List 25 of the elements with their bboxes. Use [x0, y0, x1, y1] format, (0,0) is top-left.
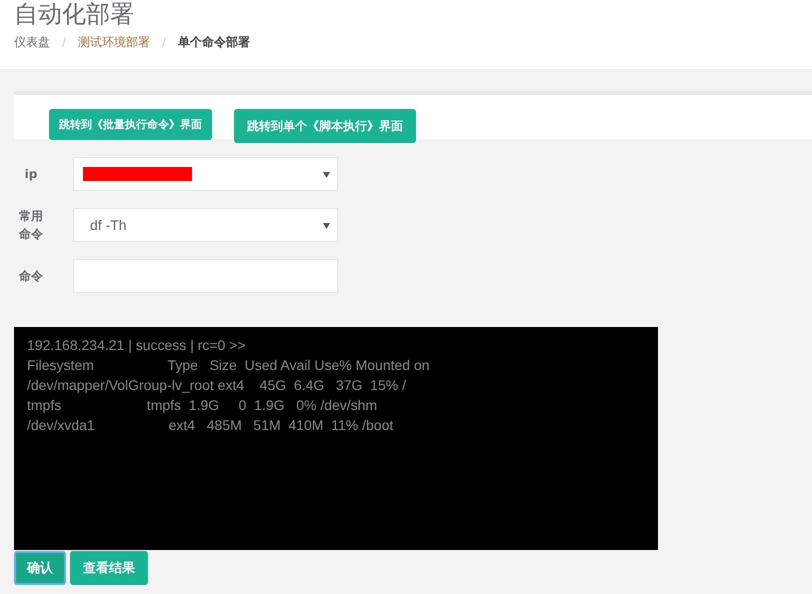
output-line: /dev/xvda1 ext4 485M 51M 410M 11% /boot — [27, 416, 394, 435]
select-value: df -Th — [90, 217, 127, 233]
nav-button[interactable]: 跳转到《批量执行命令》界面 — [49, 109, 212, 140]
caret-icon — [323, 223, 330, 229]
output-line: Filesystem Type Size Used Avail Use% Mounted on — [27, 356, 431, 375]
breadcrumb-separator: / — [162, 34, 166, 50]
field-label: 命令 — [18, 268, 44, 285]
select-field[interactable]: df -Th — [73, 208, 338, 242]
output-line: 192.168.234.21 | success | rc=0 >> — [27, 336, 247, 355]
breadcrumb-separator: / — [62, 34, 66, 50]
command-input[interactable] — [73, 259, 338, 293]
output-line: /dev/mapper/VolGroup-lv_root ext4 45G 6.4G 37G 15% / — [27, 376, 407, 395]
nav-button[interactable]: 跳转到单个《脚本执行》界面 — [234, 109, 416, 143]
action-button[interactable]: 查看结果 — [70, 551, 148, 585]
field-label: 常用命令 — [18, 208, 44, 243]
output-line: tmpfs tmpfs 1.9G 0 1.9G 0% /dev/shm — [27, 396, 378, 415]
output-console[interactable] — [14, 327, 658, 550]
action-button[interactable]: 确认 — [14, 551, 66, 585]
breadcrumb-item: 单个命令部署 — [178, 34, 250, 50]
page-title: 自动化部署 — [14, 0, 135, 28]
breadcrumb-item[interactable]: 测试环境部署 — [78, 34, 150, 50]
field-label: ip — [24, 166, 38, 183]
caret-icon — [323, 172, 330, 178]
select-field[interactable] — [73, 157, 338, 191]
breadcrumb-item[interactable]: 仪表盘 — [14, 34, 50, 50]
